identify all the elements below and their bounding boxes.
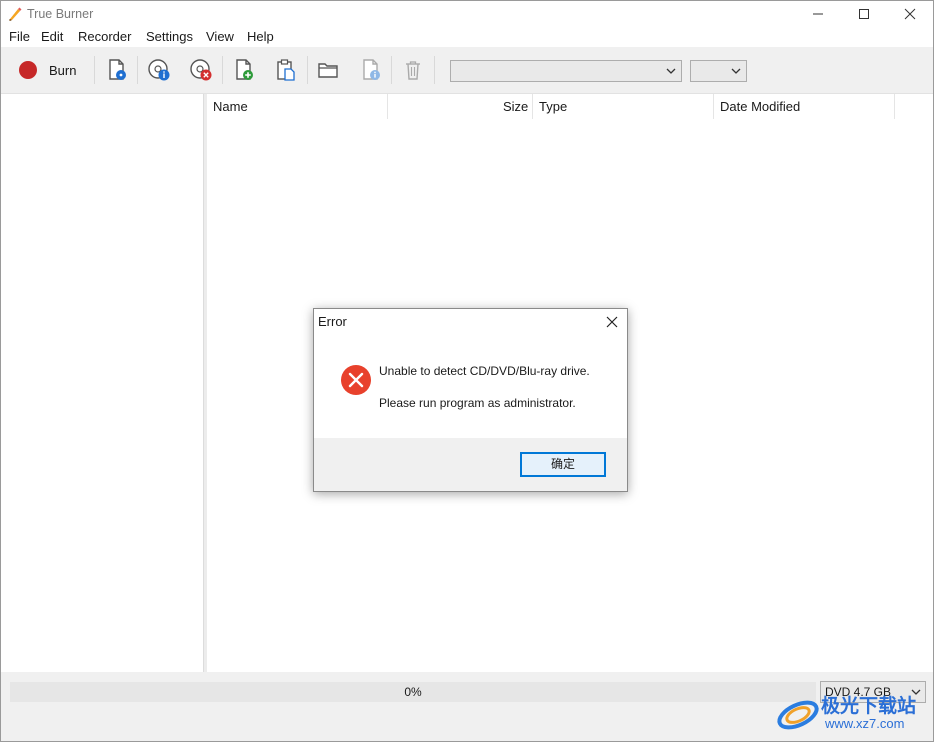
folder-tree-pane[interactable] bbox=[1, 94, 203, 672]
burn-progress-bar: 0% bbox=[10, 682, 816, 702]
toolbar-separator bbox=[307, 56, 308, 84]
column-size[interactable]: Size bbox=[503, 94, 528, 119]
new-folder-button[interactable] bbox=[313, 55, 343, 85]
toolbar-separator bbox=[434, 56, 435, 84]
add-files-button[interactable] bbox=[229, 55, 259, 85]
watermark-title: 极光下载站 bbox=[821, 695, 917, 717]
burn-button[interactable]: Burn bbox=[13, 55, 85, 85]
disc-info-button[interactable] bbox=[144, 55, 174, 85]
add-file-icon bbox=[236, 59, 253, 80]
window-title: True Burner bbox=[27, 7, 94, 21]
burn-record-icon bbox=[19, 61, 37, 79]
delete-button[interactable] bbox=[398, 55, 428, 85]
burn-label: Burn bbox=[49, 62, 77, 78]
paste-button[interactable] bbox=[271, 55, 301, 85]
maximize-button[interactable] bbox=[841, 1, 887, 27]
watermark-logo-icon bbox=[777, 700, 819, 730]
toolbar-separator bbox=[222, 56, 223, 84]
toolbar: Burn bbox=[1, 47, 933, 94]
dialog-body: Unable to detect CD/DVD/Blu-ray drive. P… bbox=[314, 337, 627, 438]
file-list-header: Name Size Type Date Modified bbox=[207, 94, 933, 119]
dialog-close-icon[interactable] bbox=[605, 315, 619, 329]
ok-button[interactable]: 确定 bbox=[520, 452, 606, 477]
error-icon bbox=[341, 365, 371, 395]
app-window: True Burner File Edit Recorder Settings … bbox=[0, 0, 934, 742]
dialog-footer: 确定 bbox=[314, 438, 627, 491]
watermark-url: www.xz7.com bbox=[825, 716, 905, 731]
column-name[interactable]: Name bbox=[213, 94, 248, 119]
column-divider[interactable] bbox=[532, 94, 533, 119]
disc-file-icon bbox=[109, 59, 126, 80]
file-properties-button[interactable] bbox=[356, 55, 386, 85]
column-divider[interactable] bbox=[387, 94, 388, 119]
menu-bar: File Edit Recorder Settings View Help bbox=[1, 27, 933, 47]
error-dialog: Error Unable to detect CD/DVD/Blu-ray dr… bbox=[313, 308, 628, 492]
disc-image-button[interactable] bbox=[102, 55, 132, 85]
disc-erase-button[interactable] bbox=[186, 55, 216, 85]
close-icon bbox=[904, 8, 916, 20]
menu-settings[interactable]: Settings bbox=[146, 29, 193, 44]
site-watermark: 极光下载站 www.xz7.com bbox=[775, 689, 931, 737]
maximize-icon bbox=[859, 9, 869, 19]
chevron-down-icon bbox=[666, 68, 676, 74]
error-message: Unable to detect CD/DVD/Blu-ray drive. bbox=[379, 364, 590, 378]
close-button[interactable] bbox=[887, 1, 933, 27]
app-logo-icon bbox=[9, 7, 22, 21]
menu-view[interactable]: View bbox=[206, 29, 234, 44]
error-hint: Please run program as administrator. bbox=[379, 396, 576, 410]
chevron-down-icon bbox=[731, 68, 741, 74]
title-bar[interactable]: True Burner bbox=[1, 1, 933, 27]
minimize-icon bbox=[813, 13, 823, 15]
trash-icon bbox=[406, 61, 420, 80]
folder-icon bbox=[318, 63, 338, 78]
toolbar-separator bbox=[391, 56, 392, 84]
column-date-modified[interactable]: Date Modified bbox=[720, 94, 800, 119]
toolbar-separator bbox=[94, 56, 95, 84]
minimize-button[interactable] bbox=[795, 1, 841, 27]
menu-recorder[interactable]: Recorder bbox=[78, 29, 131, 44]
column-divider[interactable] bbox=[713, 94, 714, 119]
menu-edit[interactable]: Edit bbox=[41, 29, 63, 44]
toolbar-separator bbox=[137, 56, 138, 84]
disc-erase-icon bbox=[190, 59, 212, 81]
menu-file[interactable]: File bbox=[9, 29, 30, 44]
file-info-icon bbox=[363, 59, 380, 80]
disc-info-icon bbox=[148, 59, 170, 81]
progress-text: 0% bbox=[404, 685, 422, 699]
column-type[interactable]: Type bbox=[539, 94, 567, 119]
drive-select[interactable] bbox=[450, 60, 682, 82]
menu-help[interactable]: Help bbox=[247, 29, 274, 44]
dialog-title: Error bbox=[318, 314, 347, 329]
column-divider[interactable] bbox=[894, 94, 895, 119]
paste-icon bbox=[277, 59, 295, 81]
speed-select[interactable] bbox=[690, 60, 747, 82]
